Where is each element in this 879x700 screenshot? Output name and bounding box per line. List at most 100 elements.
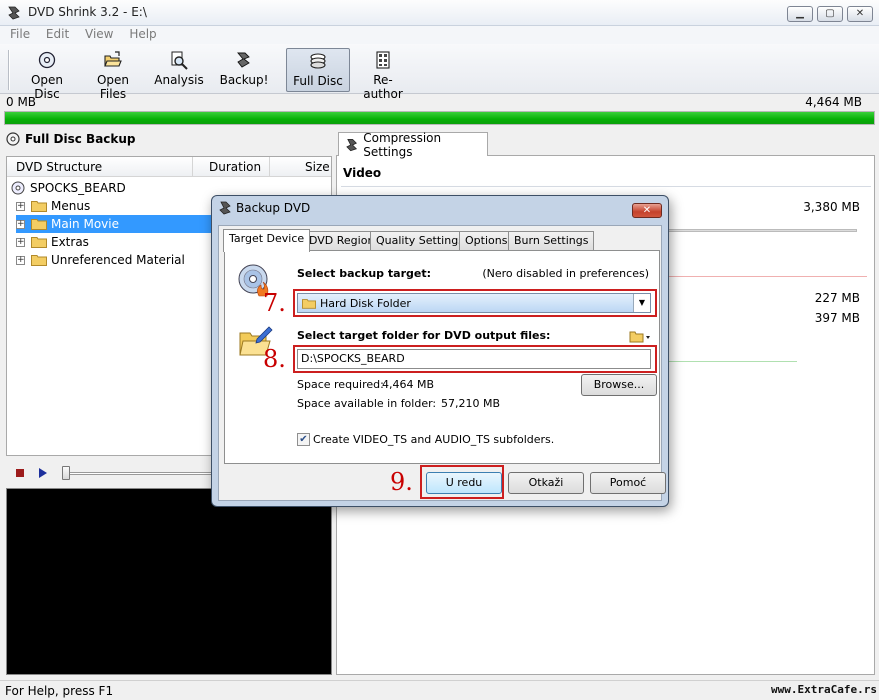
backup-dvd-dialog: Backup DVD ✕ Target Device DVD Region Qu…: [211, 195, 669, 507]
title-bar: DVD Shrink 3.2 - E:\ ▁ ▢ ✕: [0, 0, 879, 26]
close-window-button[interactable]: ✕: [847, 6, 873, 22]
tree-item-menus[interactable]: + Menus: [16, 197, 90, 215]
dialog-close-button[interactable]: ✕: [632, 203, 662, 218]
size-progress-bar: [4, 111, 875, 125]
subpicture-divider: [667, 361, 797, 362]
step-7-marker: 7.: [263, 289, 286, 317]
browse-folder-icon[interactable]: [629, 329, 651, 343]
toolbar-grip: [8, 50, 10, 90]
highlight-ok-button: [420, 465, 504, 499]
video-preview: [6, 488, 332, 675]
tab-quality-settings[interactable]: Quality Settings: [370, 231, 470, 251]
video-size: 3,380 MB: [803, 200, 860, 214]
menu-view[interactable]: View: [79, 26, 119, 42]
step-8-marker: 8.: [263, 345, 286, 373]
tree-item-label: Unreferenced Material: [51, 253, 185, 267]
size-max-label: 4,464 MB: [805, 95, 862, 109]
stop-icon[interactable]: [16, 469, 24, 477]
audio-size-1: 227 MB: [814, 291, 860, 305]
column-duration[interactable]: Duration: [209, 160, 261, 174]
audio-divider: [667, 276, 867, 277]
expand-icon[interactable]: +: [16, 237, 25, 247]
folder-icon: [31, 255, 47, 266]
folder-icon: [31, 219, 47, 230]
menu-file[interactable]: File: [4, 26, 36, 42]
space-required-label: Space required:: [297, 378, 384, 391]
tree-item-label: Menus: [51, 199, 91, 213]
expand-icon[interactable]: +: [16, 219, 25, 229]
magnifier-icon: [171, 51, 188, 70]
expand-icon[interactable]: +: [16, 255, 25, 265]
tree-item-unreferenced[interactable]: + Unreferenced Material: [16, 251, 185, 269]
help-button[interactable]: Pomoć: [590, 472, 666, 494]
tab-dvd-region[interactable]: DVD Region: [303, 231, 381, 251]
column-dvd-structure[interactable]: DVD Structure: [16, 160, 102, 174]
re-author-label: Re-author: [363, 73, 403, 101]
video-compression-slider[interactable]: [667, 229, 857, 232]
create-subfolders-label: Create VIDEO_TS and AUDIO_TS subfolders.: [313, 433, 555, 446]
menu-edit[interactable]: Edit: [40, 26, 75, 42]
open-files-button[interactable]: Open Files: [84, 48, 142, 101]
tree-header: DVD Structure Duration Size: [7, 157, 331, 177]
seek-slider-handle[interactable]: [62, 466, 70, 480]
tab-burn-settings[interactable]: Burn Settings: [508, 231, 595, 251]
film-strip-icon: [376, 51, 390, 69]
tab-target-device[interactable]: Target Device: [223, 229, 311, 252]
dvd-shrink-app-icon: [8, 6, 20, 20]
tab-options[interactable]: Options: [459, 231, 514, 251]
open-disc-button[interactable]: Open Disc: [18, 48, 76, 101]
backup-button[interactable]: Backup!: [218, 48, 270, 92]
disc-icon: [38, 51, 56, 69]
nero-note: (Nero disabled in preferences): [482, 267, 649, 280]
maximize-button[interactable]: ▢: [817, 6, 843, 22]
dvd-shrink-icon: [346, 138, 358, 151]
folder-icon: [31, 237, 47, 248]
backup-icon: [237, 52, 250, 68]
audio-size-2: 397 MB: [814, 311, 860, 325]
tab-label: Compression Settings: [363, 130, 442, 159]
panel-title: Full Disc Backup: [6, 132, 136, 146]
stacked-discs-icon: [310, 53, 326, 69]
section-divider: [341, 186, 871, 187]
dvd-shrink-icon: [219, 201, 231, 215]
target-folder-label: Select target folder for DVD output file…: [297, 329, 551, 342]
open-folder-icon: [104, 51, 122, 67]
site-watermark: www.ExtraCafe.rs: [771, 683, 877, 696]
tree-item-extras[interactable]: + Extras: [16, 233, 89, 251]
re-author-button[interactable]: Re-author: [356, 48, 410, 101]
status-bar: For Help, press F1 www.ExtraCafe.rs: [0, 680, 879, 700]
disc-icon: [11, 181, 25, 195]
cancel-button[interactable]: Otkaži: [508, 472, 584, 494]
expand-icon[interactable]: +: [16, 201, 25, 211]
folder-icon: [31, 201, 47, 212]
target-device-panel: Select backup target: (Nero disabled in …: [224, 250, 660, 464]
minimize-button[interactable]: ▁: [787, 6, 813, 22]
status-text: For Help, press F1: [5, 684, 114, 698]
menu-help[interactable]: Help: [123, 26, 162, 42]
highlight-target-folder: [293, 345, 657, 373]
browse-button[interactable]: Browse...: [581, 374, 657, 396]
step-9-marker: 9.: [390, 468, 413, 496]
dialog-content: Target Device DVD Region Quality Setting…: [218, 225, 666, 501]
column-size[interactable]: Size: [305, 160, 330, 174]
toolbar: Open Disc Open Files Analysis Backup! Fu…: [0, 44, 879, 101]
size-min-label: 0 MB: [6, 95, 37, 109]
tree-root[interactable]: SPOCKS_BEARD: [11, 179, 126, 197]
tree-root-label: SPOCKS_BEARD: [30, 181, 126, 195]
tab-compression-settings[interactable]: Compression Settings: [338, 130, 488, 159]
space-available-label: Space available in folder:: [297, 397, 437, 410]
play-icon[interactable]: [38, 468, 48, 478]
menu-bar: File Edit View Help: [0, 26, 879, 44]
highlight-backup-target: [293, 289, 657, 317]
tree-item-label: Extras: [51, 235, 89, 249]
full-disc-label: Full Disc: [293, 74, 343, 88]
window-title: DVD Shrink 3.2 - E:\: [28, 5, 147, 19]
space-available-value: 57,210 MB: [441, 397, 501, 410]
full-disc-button[interactable]: Full Disc: [286, 48, 350, 92]
analysis-button[interactable]: Analysis: [152, 48, 206, 92]
disc-icon: [6, 132, 20, 146]
space-required-value: 4,464 MB: [382, 378, 435, 391]
create-subfolders-checkbox[interactable]: ✔: [297, 433, 310, 446]
full-disc-backup-title: Full Disc Backup: [25, 132, 136, 146]
size-progress-fill: [5, 112, 874, 124]
